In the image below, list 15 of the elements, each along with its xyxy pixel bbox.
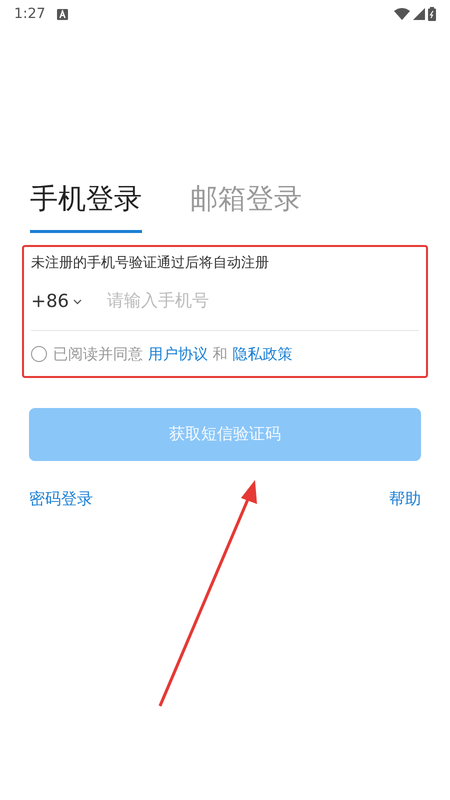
- phone-input[interactable]: 请输入手机号: [107, 288, 419, 314]
- password-login-link[interactable]: 密码登录: [29, 486, 93, 510]
- login-tab[interactable]: 手机登录: [30, 178, 142, 233]
- help-link[interactable]: 帮助: [389, 486, 421, 510]
- wifi-icon: [394, 8, 410, 20]
- battery-icon: [428, 7, 436, 21]
- country-code-dropdown[interactable]: +86: [31, 288, 107, 315]
- login-tab[interactable]: 邮箱登录: [190, 178, 302, 233]
- agreement-checkbox[interactable]: [31, 346, 47, 362]
- status-time: 1:27: [14, 4, 46, 24]
- register-hint: 未注册的手机号验证通过后将自动注册: [31, 254, 270, 273]
- signal-icon: [413, 8, 425, 20]
- agreement-text: 已阅读并同意 用户协议 和 隐私政策: [53, 344, 292, 365]
- chevron-down-icon: [73, 298, 82, 304]
- notification-icon: [57, 8, 68, 20]
